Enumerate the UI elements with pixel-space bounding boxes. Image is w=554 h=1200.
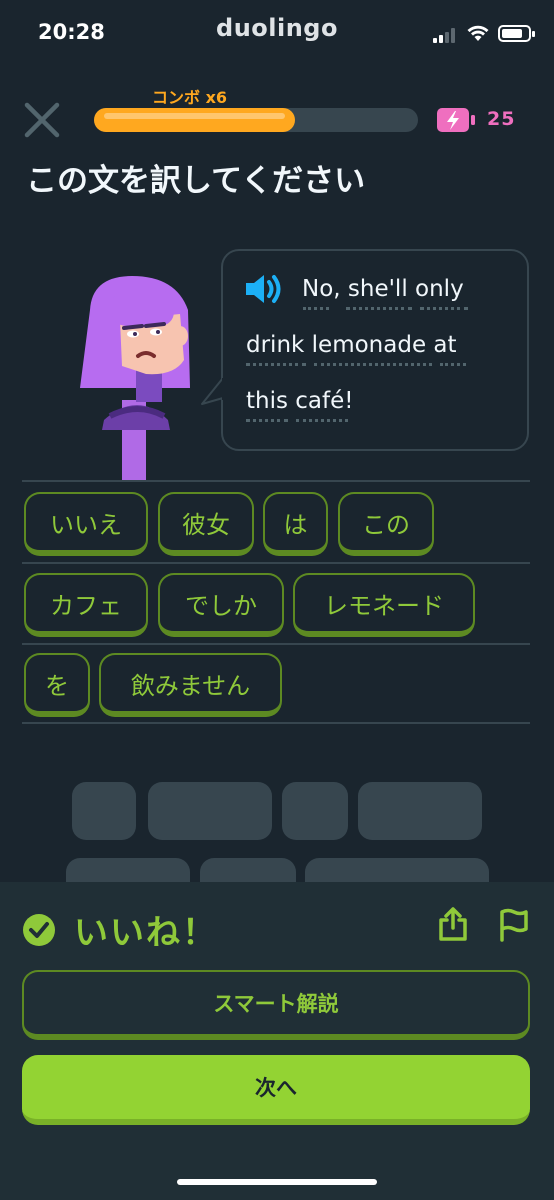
word-hint-underline xyxy=(246,363,306,366)
energy-count: 25 xyxy=(487,108,516,130)
word-chip-nomimasen[interactable]: 飲みません xyxy=(99,653,282,717)
word-hint-underline xyxy=(246,419,288,422)
word-hint-underline xyxy=(314,363,432,366)
word-bank-slot xyxy=(72,782,136,840)
cellular-signal-icon xyxy=(433,27,459,43)
answer-line xyxy=(22,562,530,564)
close-icon xyxy=(24,102,60,138)
word-bank-slot xyxy=(358,782,482,840)
word-chip-wo[interactable]: を xyxy=(24,653,90,717)
answer-line xyxy=(22,643,530,645)
word-chip-kanojo[interactable]: 彼女 xyxy=(158,492,254,556)
feedback-title: いいね！ xyxy=(74,913,218,953)
wifi-icon xyxy=(467,25,489,41)
report-button[interactable] xyxy=(496,907,530,943)
play-audio-button[interactable] xyxy=(244,272,284,306)
word-chip-deshika[interactable]: でしか xyxy=(158,573,284,637)
word-chip-kono[interactable]: この xyxy=(338,492,434,556)
check-circle-icon xyxy=(23,914,55,946)
home-indicator xyxy=(177,1179,377,1185)
lesson-progress-fill xyxy=(94,108,295,132)
word-bank-slot xyxy=(282,782,348,840)
bubble-line-3[interactable]: this café! xyxy=(246,388,354,414)
battery-icon xyxy=(498,25,535,42)
word-bank-slot xyxy=(148,782,272,840)
character-illustration xyxy=(80,276,190,482)
bubble-line-1[interactable]: No, she'll only xyxy=(302,276,464,302)
answer-line xyxy=(22,722,530,724)
speaker-icon xyxy=(246,275,281,303)
status-bar: 20:28 duolingo xyxy=(0,0,554,64)
flag-icon xyxy=(500,908,528,942)
word-chip-kafe[interactable]: カフェ xyxy=(24,573,148,637)
word-hint-underline xyxy=(303,307,329,310)
answer-line xyxy=(22,480,530,482)
battery-bolt-icon xyxy=(437,108,475,132)
instruction-title: この文を訳してください xyxy=(26,163,366,199)
share-icon xyxy=(439,907,467,941)
combo-label: コンボ x6 xyxy=(152,88,228,107)
speech-bubble-tail xyxy=(201,378,226,405)
word-chip-wa[interactable]: は xyxy=(263,492,328,556)
word-chip-remoneedo[interactable]: レモネード xyxy=(293,573,475,637)
smart-explanation-button[interactable]: スマート解説 xyxy=(22,970,530,1040)
word-hint-underline xyxy=(440,363,466,366)
bubble-line-2[interactable]: drink lemonade at xyxy=(246,332,457,358)
close-button[interactable] xyxy=(22,100,62,140)
word-hint-underline xyxy=(420,307,468,310)
share-button[interactable] xyxy=(436,906,470,942)
word-chip-iie[interactable]: いいえ xyxy=(24,492,148,556)
word-hint-underline xyxy=(346,307,412,310)
next-button[interactable]: 次へ xyxy=(22,1055,530,1125)
lesson-progress-bar xyxy=(94,108,418,132)
word-hint-underline xyxy=(296,419,348,422)
